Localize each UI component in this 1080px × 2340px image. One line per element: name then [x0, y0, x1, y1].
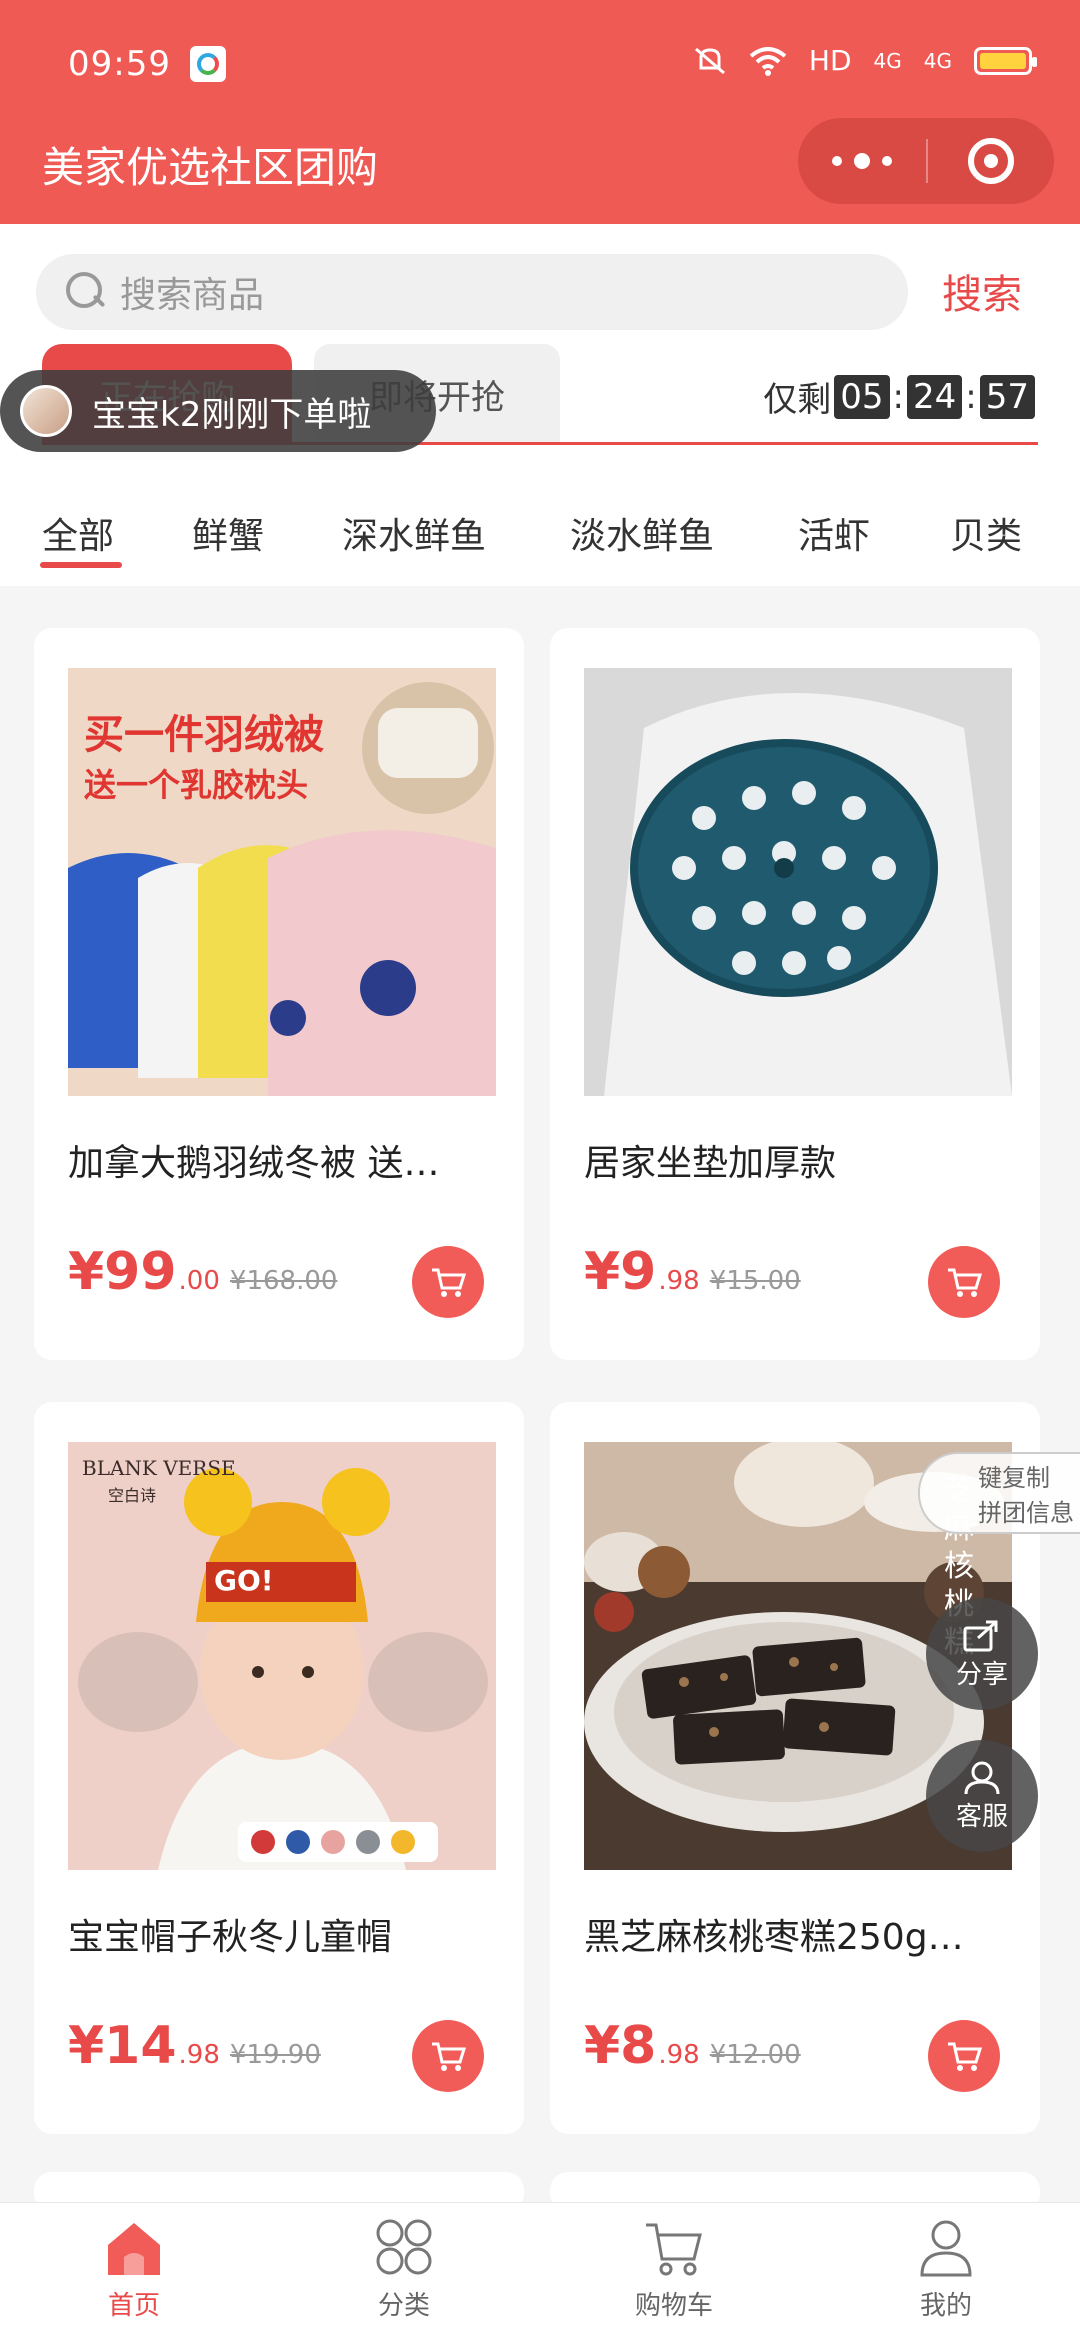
- timer-hours: 05: [834, 374, 890, 419]
- close-miniprogram-button[interactable]: [928, 138, 1054, 184]
- user-icon: [920, 2220, 972, 2277]
- mute-icon: [694, 47, 725, 74]
- customer-service-button[interactable]: 客服: [926, 1740, 1038, 1852]
- category-shellfish[interactable]: 贝类: [950, 507, 1022, 559]
- hat-text: GO!: [214, 1564, 274, 1597]
- nav-profile[interactable]: 我的: [866, 2217, 1026, 2322]
- countdown-timer: 仅剩 05: 24: 57: [763, 372, 1038, 421]
- timer-seconds: 57: [979, 374, 1035, 419]
- more-button[interactable]: [798, 153, 926, 169]
- brand-logo: BLANK VERSE: [82, 1456, 236, 1480]
- product-image[interactable]: BLANK VERSE 空白诗 GO!: [68, 1442, 496, 1870]
- product-price: ¥9 .98 ¥15.00: [584, 1242, 801, 1302]
- miniprogram-capsule: [798, 118, 1054, 204]
- product-price: ¥8 .98 ¥12.00: [584, 2016, 801, 2076]
- product-card[interactable]: 买一件羽绒被 送一个乳胶枕头 加拿大鹅羽绒冬被 送… ¥99 .00 ¥168.…: [34, 628, 524, 1360]
- cart-icon: [432, 2042, 466, 2071]
- order-notification-toast: 宝宝k2刚刚下单啦: [0, 370, 436, 452]
- nav-category[interactable]: 分类: [324, 2217, 484, 2322]
- headset-icon: [964, 1761, 1000, 1794]
- product-image[interactable]: [584, 668, 1012, 1096]
- promo-text: 买一件羽绒被: [84, 712, 324, 758]
- nav-home[interactable]: 首页: [54, 2217, 214, 2322]
- promo-text: 送一个乳胶枕头: [84, 766, 309, 804]
- product-price: ¥14 .98 ¥19.90: [68, 2016, 321, 2076]
- battery-icon: [974, 46, 1037, 75]
- add-to-cart-button[interactable]: [928, 1246, 1000, 1318]
- add-to-cart-button[interactable]: [928, 2020, 1000, 2092]
- product-card[interactable]: BLANK VERSE 空白诗 GO! 宝宝帽子秋冬儿童帽 ¥14 .98 ¥1…: [34, 1402, 524, 2134]
- dot-icon: [854, 153, 870, 169]
- avatar: [20, 385, 72, 437]
- share-button[interactable]: 分享: [926, 1598, 1038, 1710]
- product-card[interactable]: 居家坐垫加厚款 ¥9 .98 ¥15.00: [550, 628, 1040, 1360]
- search-placeholder: 搜索商品: [120, 275, 265, 316]
- cart-icon: [948, 2042, 982, 2071]
- category-shrimp[interactable]: 活虾: [798, 507, 870, 559]
- product-name: 加拿大鹅羽绒冬被 送…: [68, 1143, 440, 1184]
- signal-1: 4G: [873, 48, 902, 73]
- original-price: ¥168.00: [229, 1266, 338, 1296]
- cart-icon: [646, 2223, 702, 2276]
- cart-icon: [948, 1268, 982, 1297]
- product-image[interactable]: 买一件羽绒被 送一个乳胶枕头: [68, 668, 496, 1096]
- search-icon: [66, 272, 106, 312]
- status-time: 09:59: [68, 44, 171, 84]
- bottom-navigation: 首页 分类 购物车 我的: [0, 2202, 1080, 2340]
- hd-indicator: HD: [808, 44, 852, 77]
- page-title: 美家优选社区团购: [42, 143, 379, 192]
- timer-minutes: 24: [907, 374, 963, 419]
- dot-icon: [882, 156, 892, 166]
- signal-2: 4G: [923, 48, 952, 73]
- category-all[interactable]: 全部: [42, 507, 114, 559]
- brand-logo-cn: 空白诗: [108, 1486, 157, 1505]
- category-icon: [376, 2219, 432, 2275]
- add-to-cart-button[interactable]: [412, 1246, 484, 1318]
- original-price: ¥15.00: [709, 1266, 801, 1296]
- category-deepsea-fish[interactable]: 深水鲜鱼: [342, 507, 486, 559]
- search-button[interactable]: 搜索: [942, 262, 1022, 320]
- product-name: 宝宝帽子秋冬儿童帽: [68, 1917, 393, 1958]
- add-to-cart-button[interactable]: [412, 2020, 484, 2092]
- category-freshwater-fish[interactable]: 淡水鲜鱼: [570, 507, 714, 559]
- home-icon: [108, 2223, 160, 2275]
- category-tabs: 全部 鲜蟹 深水鲜鱼 淡水鲜鱼 活虾 贝类: [0, 478, 1080, 588]
- product-name: 黑芝麻核桃枣糕250g…: [584, 1917, 964, 1958]
- copy-group-info-button[interactable]: 键复制 拼团信息: [918, 1452, 1080, 1534]
- dot-icon: [832, 156, 842, 166]
- app-header: 09:59 HD 4G 4G 美家优选社区团购: [0, 0, 1080, 224]
- product-price: ¥99 .00 ¥168.00: [68, 1242, 338, 1302]
- original-price: ¥19.90: [229, 2040, 321, 2070]
- share-icon: [963, 1620, 998, 1651]
- search-input[interactable]: 搜索商品: [36, 254, 908, 330]
- timer-label: 仅剩: [763, 380, 832, 420]
- status-indicators: HD 4G 4G: [693, 44, 1037, 77]
- wifi-icon: [749, 46, 787, 76]
- product-name: 居家坐垫加厚款: [584, 1143, 837, 1184]
- nav-cart[interactable]: 购物车: [594, 2217, 754, 2322]
- cart-icon: [432, 1268, 466, 1297]
- original-price: ¥12.00: [709, 2040, 801, 2070]
- category-crab[interactable]: 鲜蟹: [192, 507, 264, 559]
- toast-text: 宝宝k2刚刚下单啦: [92, 394, 372, 435]
- notification-app-icon: [190, 46, 226, 82]
- category-active-indicator: [40, 562, 122, 568]
